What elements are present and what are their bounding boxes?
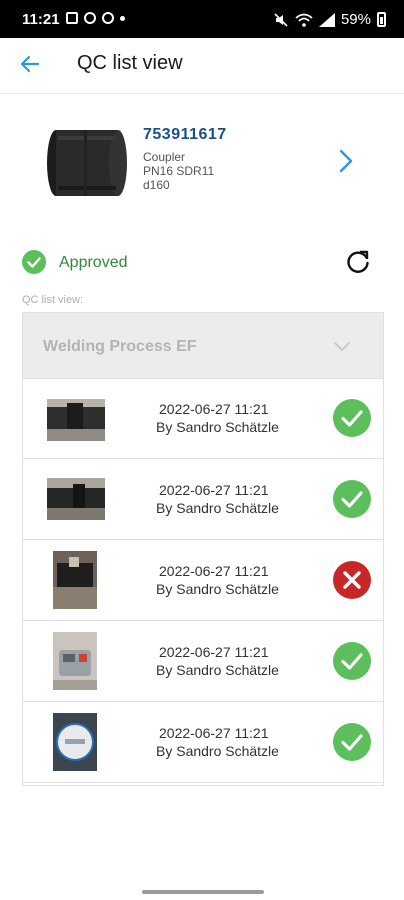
list-item[interactable]: 2022-06-27 11:21 By Sandro Schätzle [23,460,383,540]
item-author: By Sandro Schätzle [156,419,279,435]
signal-icon [318,12,335,27]
weld-photo-thumbnail [53,551,97,609]
process-dropdown[interactable]: Welding Process EF [23,313,383,379]
qc-list: Welding Process EF 2022-06-27 11:21 By S… [22,312,384,786]
list-item[interactable]: 2022-06-27 11:21 By Sandro Schätzle [23,379,383,459]
qc-status-row: Approved [0,240,404,284]
check-circle-icon [22,250,46,274]
weld-photo-thumbnail [47,478,105,520]
product-card[interactable]: 753911617 Coupler PN16 SDR11 d160 [0,108,404,218]
item-author: By Sandro Schätzle [156,662,279,678]
navigation-icon [102,12,114,24]
weld-photo-thumbnail [53,713,97,771]
status-bar: 11:21 59% [0,0,404,38]
item-author: By Sandro Schätzle [156,581,279,597]
wifi-icon [295,13,313,27]
process-dropdown-label: Welding Process EF [43,338,197,355]
product-diameter: d160 [143,178,170,192]
check-circle-icon [333,480,371,518]
list-item[interactable]: 2022-06-27 11:21 By Sandro Schätzle [23,541,383,621]
home-indicator[interactable] [142,890,264,894]
arrow-left-icon[interactable] [16,50,44,78]
system-icons: 59% [273,11,386,28]
item-author: By Sandro Schätzle [156,743,279,759]
notification-icons [66,12,125,24]
product-image [47,130,127,196]
more-notifications-icon [120,16,125,21]
chevron-down-icon [334,342,350,351]
product-spec: PN16 SDR11 [143,164,215,178]
mute-icon [274,12,288,27]
refresh-icon[interactable] [344,248,372,276]
battery-icon [377,12,386,27]
item-date: 2022-06-27 11:21 [159,401,269,417]
check-circle-icon [333,723,371,761]
status-time: 11:21 [22,11,60,28]
error-circle-icon [333,561,371,599]
app-bar: QC list view [0,38,404,94]
product-type: Coupler [143,150,186,164]
product-code: 753911617 [143,126,227,143]
battery-percent: 59% [340,11,371,28]
check-circle-icon [333,642,371,680]
item-date: 2022-06-27 11:21 [159,644,269,660]
page-title: QC list view [77,52,183,74]
list-item[interactable]: 2022-06-27 11:21 By Sandro Schätzle [23,703,383,783]
item-date: 2022-06-27 11:21 [159,563,269,579]
item-date: 2022-06-27 11:21 [159,482,269,498]
status-label: Approved [59,254,128,271]
gallery-icon [66,12,78,24]
weld-photo-thumbnail [53,632,97,690]
check-circle-icon [333,399,371,437]
list-item[interactable]: 2022-06-27 11:21 By Sandro Schätzle [23,622,383,702]
item-author: By Sandro Schätzle [156,500,279,516]
settings-icon [84,12,96,24]
chevron-right-icon[interactable] [336,148,356,174]
qc-list-caption: QC list view: [22,294,84,306]
weld-photo-thumbnail [47,399,105,441]
item-date: 2022-06-27 11:21 [159,725,269,741]
